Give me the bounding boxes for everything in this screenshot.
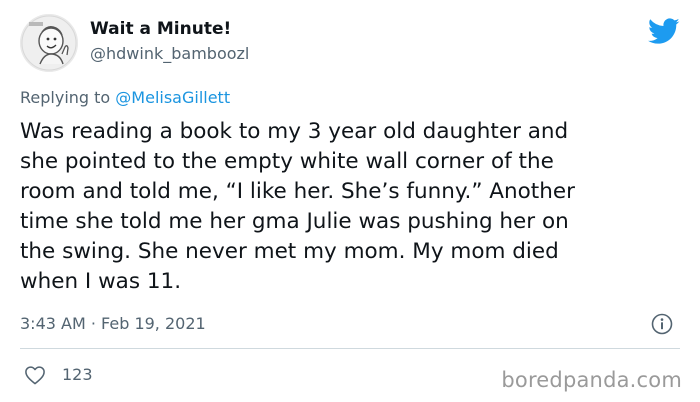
info-icon[interactable] (651, 313, 673, 335)
tweet-timestamp[interactable]: 3:43 AM · Feb 19, 2021 (20, 313, 206, 335)
tweet-card: Wait a Minute! @hdwink_bamboozl Replying… (0, 0, 700, 402)
tweet-text-line: Was reading a book to my 3 year old daug… (20, 119, 569, 144)
cartoon-avatar-icon (20, 14, 78, 72)
tweet-text: Was reading a book to my 3 year old daug… (20, 117, 680, 297)
heart-icon[interactable] (24, 365, 46, 385)
avatar[interactable] (20, 14, 78, 72)
like-button[interactable]: 123 (24, 364, 93, 386)
tweet-text-line: she pointed to the empty white wall corn… (20, 149, 554, 174)
tweet-text-line: time she told me her gma Julie was pushi… (20, 209, 569, 234)
author-display-name[interactable]: Wait a Minute! (90, 18, 249, 40)
like-count: 123 (62, 365, 93, 384)
reply-context: Replying to @MelisaGillett (20, 87, 230, 109)
tweet-text-line: when I was 11. (20, 269, 182, 294)
author-handle[interactable]: @hdwink_bamboozl (90, 43, 249, 65)
reply-mention-link[interactable]: @MelisaGillett (115, 88, 230, 107)
twitter-bird-icon[interactable] (648, 18, 680, 45)
author-block: Wait a Minute! @hdwink_bamboozl (90, 18, 249, 65)
watermark: boredpanda.com (501, 368, 682, 392)
tweet-text-line: room and told me, “I like her. She’s fun… (20, 179, 575, 204)
tweet-text-line: the swing. She never met my mom. My mom … (20, 239, 559, 264)
divider (20, 348, 680, 349)
reply-prefix: Replying to (20, 88, 116, 107)
